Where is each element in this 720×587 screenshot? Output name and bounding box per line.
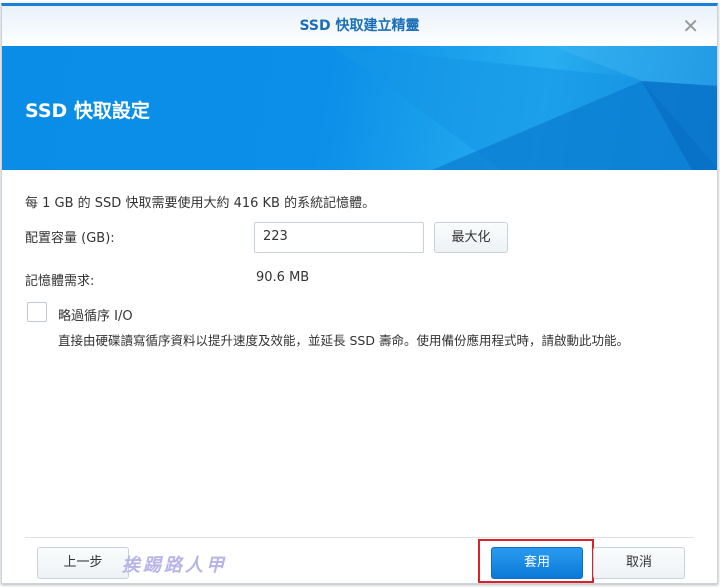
capacity-label: 配置容量 (GB): — [25, 231, 115, 246]
cancel-button[interactable]: 取消 — [593, 547, 685, 579]
apply-button[interactable]: 套用 — [491, 547, 583, 579]
title-bar: SSD 快取建立精靈 ✕ — [2, 6, 717, 46]
back-button[interactable]: 上一步 — [37, 547, 129, 579]
maximize-button[interactable]: 最大化 — [434, 222, 508, 253]
skip-seq-label[interactable]: 略過循序 I/O — [58, 305, 133, 324]
close-icon[interactable]: ✕ — [682, 6, 699, 46]
banner: SSD 快取設定 — [2, 46, 717, 170]
watermark: 挨踢路人甲 — [122, 555, 227, 576]
memory-value: 90.6 MB — [256, 270, 310, 285]
memory-label: 記憶體需求: — [25, 274, 95, 289]
page-heading: SSD 快取設定 — [25, 100, 150, 122]
footer-divider — [25, 537, 694, 538]
capacity-input[interactable]: 223 — [254, 222, 424, 253]
info-text: 每 1 GB 的 SSD 快取需要使用大約 416 KB 的系統記憶體。 — [25, 196, 376, 211]
skip-seq-checkbox[interactable] — [27, 302, 47, 322]
skip-seq-description: 直接由硬碟讀寫循序資料以提升速度及效能，並延長 SSD 壽命。使用備份應用程式時… — [58, 333, 629, 348]
window-title: SSD 快取建立精靈 — [299, 18, 420, 34]
wizard-window: SSD 快取建立精靈 ✕ SSD 快取設定 每 1 GB 的 SSD 快取需要使… — [1, 3, 718, 584]
